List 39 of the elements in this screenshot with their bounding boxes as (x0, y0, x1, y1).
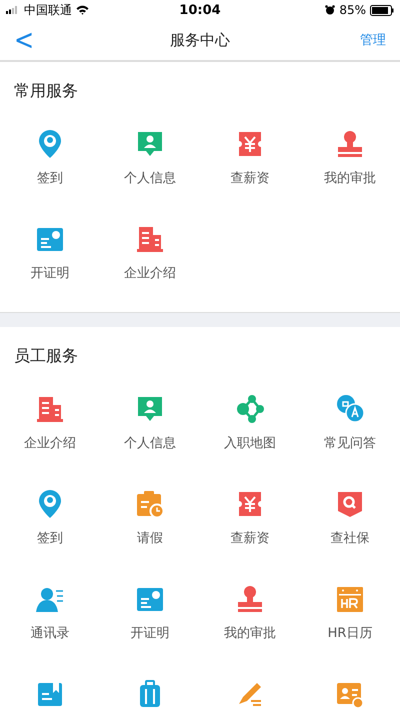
stamp-icon[interactable] (235, 584, 265, 614)
service-label: 我的审批 (224, 625, 276, 642)
battery-percent: 85% (339, 3, 366, 17)
service-label: 通讯录 (30, 625, 70, 642)
service-label: 查薪资 (230, 170, 270, 187)
calendar-clock-icon[interactable] (135, 489, 165, 519)
service-label: 签到 (37, 170, 63, 187)
building-icon[interactable] (35, 394, 65, 424)
section-title: 员工服务 (13, 345, 79, 367)
back-button[interactable]: < (10, 26, 38, 54)
service-label: 企业介绍 (24, 435, 76, 452)
building-icon[interactable] (135, 224, 165, 254)
service-label: 请假 (137, 530, 163, 547)
wifi-icon (76, 5, 89, 15)
alarm-icon (325, 5, 336, 15)
service-label: 查薪资 (230, 530, 270, 547)
service-label: 签到 (37, 530, 63, 547)
network-icon[interactable] (235, 394, 265, 424)
status-time: 10:04 (179, 2, 221, 18)
page-title: 服务中心 (170, 30, 230, 50)
service-label: 个人信息 (124, 170, 176, 187)
service-label: 企业介绍 (124, 265, 176, 282)
manage-button[interactable]: 管理 (356, 31, 390, 49)
service-label: 入职地图 (224, 435, 276, 452)
service-label: 个人信息 (124, 435, 176, 452)
service-label: 开证明 (130, 625, 170, 642)
section-title: 常用服务 (13, 80, 79, 102)
battery-icon (370, 4, 394, 16)
signal-icon (6, 6, 20, 14)
service-label: HR日历 (328, 625, 372, 642)
service-label: 开证明 (30, 265, 70, 282)
service-label: 我的审批 (324, 170, 376, 187)
hr-calendar-icon[interactable] (335, 584, 365, 614)
service-label: 常见问答 (324, 435, 376, 452)
stamp-icon[interactable] (335, 129, 365, 159)
search-badge-icon[interactable] (335, 489, 365, 519)
service-label: 查社保 (330, 530, 370, 547)
qa-bubbles-icon[interactable] (335, 394, 365, 424)
carrier-name: 中国联通 (24, 2, 72, 18)
